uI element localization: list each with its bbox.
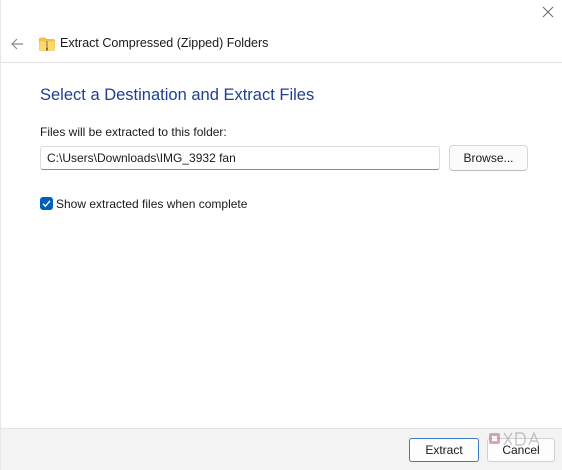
close-button[interactable]: [540, 4, 556, 20]
header-divider: [1, 62, 562, 63]
arrow-left-icon: [11, 38, 23, 50]
show-files-checkbox[interactable]: [40, 197, 53, 210]
close-icon: [542, 6, 554, 18]
page-heading: Select a Destination and Extract Files: [40, 86, 315, 104]
extract-dialog: Extract Compressed (Zipped) Folders Sele…: [0, 0, 562, 470]
extract-button[interactable]: Extract: [409, 438, 479, 462]
dialog-title: Extract Compressed (Zipped) Folders: [60, 36, 269, 50]
dialog-footer: Extract Cancel: [1, 428, 562, 470]
checkmark-icon: [42, 200, 51, 208]
browse-button[interactable]: Browse...: [449, 145, 528, 171]
xda-watermark-logo: [489, 432, 540, 446]
destination-path-input[interactable]: [40, 146, 440, 170]
destination-label: Files will be extracted to this folder:: [40, 125, 227, 139]
dialog-header: Extract Compressed (Zipped) Folders: [1, 30, 562, 60]
zip-folder-icon: [39, 37, 55, 51]
show-files-checkbox-label: Show extracted files when complete: [56, 197, 248, 211]
back-button[interactable]: [9, 36, 25, 52]
